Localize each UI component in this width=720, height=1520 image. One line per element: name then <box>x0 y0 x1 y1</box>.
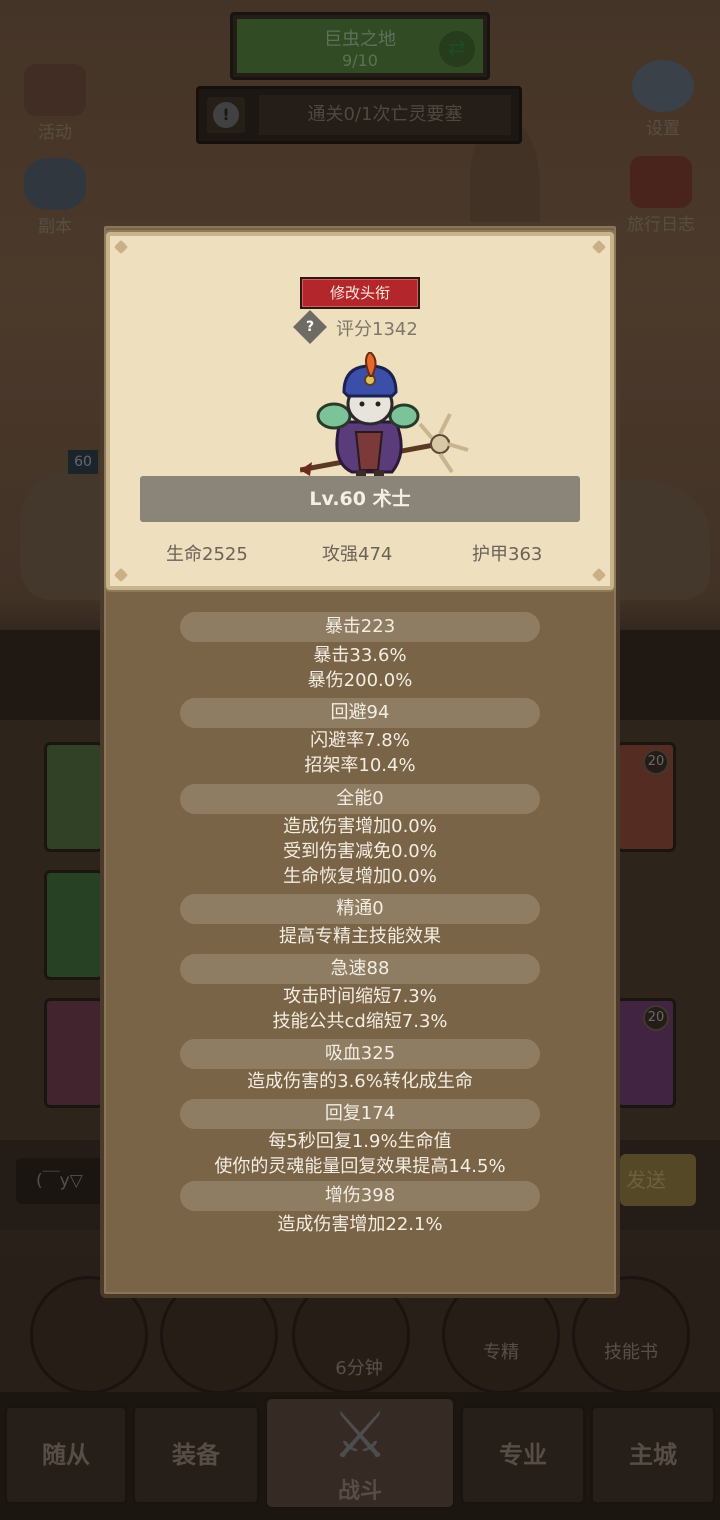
attr-avoidance-header: 回避94 <box>180 698 540 728</box>
attr-versatility-header: 全能0 <box>180 784 540 814</box>
attr-line: 造成伤害的3.6%转化成生命 <box>247 1071 473 1092</box>
attr-line: 技能公共cd缩短7.3% <box>272 1011 448 1032</box>
attr-line: 闪避率7.8% <box>310 730 410 751</box>
attr-line: 暴伤200.0% <box>307 670 413 691</box>
card-corner-decoration <box>591 567 607 583</box>
attr-line: 暴击33.6% <box>313 645 407 666</box>
attr-crit-header: 暴击223 <box>180 612 540 642</box>
attr-line: 生命恢复增加0.0% <box>283 866 437 887</box>
attr-line: 提高专精主技能效果 <box>279 926 441 947</box>
attr-lifesteal-header: 吸血325 <box>180 1039 540 1069</box>
warlock-hero-portrait <box>300 352 469 480</box>
attr-damage-bonus-header: 增伤398 <box>180 1181 540 1211</box>
change-title-button[interactable]: 修改头衔 <box>300 277 420 309</box>
level-class-banner: Lv.60 术士 <box>140 476 580 522</box>
attr-line: 攻击时间缩短7.3% <box>283 986 437 1007</box>
card-corner-decoration <box>113 239 129 255</box>
attack-power-stat: 攻强474 <box>322 544 393 565</box>
attr-haste-header: 急速88 <box>180 954 540 984</box>
help-glyph: ? <box>305 319 315 335</box>
attr-line: 招架率10.4% <box>304 755 416 776</box>
attr-regen-header: 回复174 <box>180 1099 540 1129</box>
attr-line: 使你的灵魂能量回复效果提高14.5% <box>214 1156 506 1177</box>
attr-line: 造成伤害增加0.0% <box>283 816 437 837</box>
armor-stat: 护甲363 <box>472 544 543 565</box>
card-corner-decoration <box>113 567 129 583</box>
attr-line: 受到伤害减免0.0% <box>283 841 437 862</box>
character-score: 评分1342 <box>336 319 418 340</box>
attr-line: 每5秒回复1.9%生命值 <box>268 1131 452 1152</box>
card-corner-decoration <box>591 239 607 255</box>
hp-stat: 生命2525 <box>166 544 248 565</box>
attr-mastery-header: 精通0 <box>180 894 540 924</box>
attr-line: 造成伤害增加22.1% <box>277 1214 443 1235</box>
score-help-icon[interactable]: ? <box>293 310 327 344</box>
